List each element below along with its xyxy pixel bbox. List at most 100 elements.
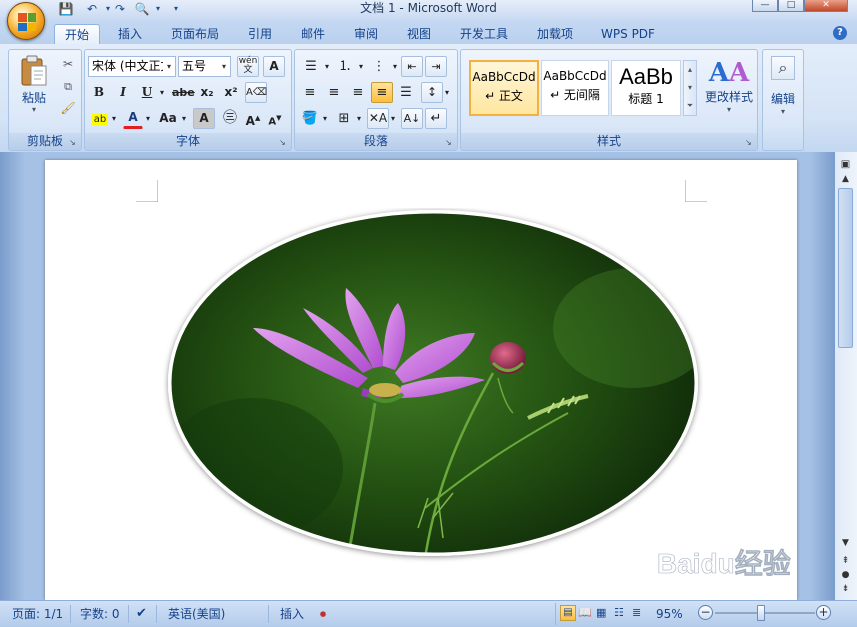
paste-button[interactable]: 粘贴 ▾ xyxy=(15,54,53,128)
decrease-indent-icon[interactable]: ⇤ xyxy=(401,56,423,77)
next-page-icon[interactable]: ⇟ xyxy=(838,582,853,596)
outline-view-icon[interactable]: ☷ xyxy=(614,605,624,621)
multilevel-dropdown-icon[interactable]: ▾ xyxy=(391,56,399,77)
cut-icon[interactable]: ✂ xyxy=(59,54,77,75)
proofing-icon[interactable]: ✔ xyxy=(136,606,147,622)
full-screen-reading-icon[interactable]: 📖 xyxy=(578,605,592,621)
styles-scroll-up-icon[interactable]: ▴ xyxy=(684,61,696,79)
font-name-dropdown-icon[interactable]: ▾ xyxy=(163,57,175,76)
align-right-icon[interactable]: ≡ xyxy=(347,82,369,103)
tab-references[interactable]: 引用 xyxy=(238,24,282,45)
shrink-font-button[interactable]: A▼ xyxy=(265,108,285,129)
zoom-slider-handle[interactable] xyxy=(757,605,765,621)
previous-page-icon[interactable]: ⇞ xyxy=(838,554,853,568)
chinese-layout-icon[interactable]: ✕A xyxy=(367,108,389,129)
scroll-thumb[interactable] xyxy=(838,188,853,348)
shading-dropdown-icon[interactable]: ▾ xyxy=(321,108,329,129)
tab-insert[interactable]: 插入 xyxy=(108,24,152,45)
help-icon[interactable]: ? xyxy=(833,26,847,40)
character-shading-icon[interactable]: A xyxy=(193,108,215,129)
zoom-out-icon[interactable]: − xyxy=(698,605,713,620)
align-left-icon[interactable]: ≡ xyxy=(299,82,321,103)
justify-icon[interactable]: ≡ xyxy=(371,82,393,103)
styles-launcher-icon[interactable]: ↘ xyxy=(745,138,754,147)
vertical-scrollbar[interactable]: ▣ ▲ ▼ ⇞ ● ⇟ xyxy=(835,152,857,600)
styles-scroll-down-icon[interactable]: ▾ xyxy=(684,79,696,97)
oval-flower-picture[interactable] xyxy=(163,208,703,578)
tab-page-layout[interactable]: 页面布局 xyxy=(160,24,230,45)
superscript-button[interactable]: x² xyxy=(221,82,241,103)
bullets-icon[interactable]: ☰ xyxy=(299,56,323,77)
change-case-button[interactable]: Aa xyxy=(157,108,179,129)
distributed-icon[interactable]: ☰ xyxy=(395,82,417,103)
insert-mode-indicator[interactable]: 插入 xyxy=(280,606,304,622)
tab-mailings[interactable]: 邮件 xyxy=(290,24,336,45)
macro-record-icon[interactable]: ⏺ xyxy=(320,606,326,622)
line-spacing-dropdown-icon[interactable]: ▾ xyxy=(443,82,451,103)
style-heading-1[interactable]: AaBb 标题 1 xyxy=(611,60,681,116)
multilevel-list-icon[interactable]: ⋮ xyxy=(367,56,391,77)
zoom-level[interactable]: 95% xyxy=(656,606,683,622)
font-name-combo[interactable]: 宋体 (中文正文 ▾ xyxy=(88,56,176,77)
format-painter-icon[interactable]: 🖌 xyxy=(59,98,77,119)
tab-review[interactable]: 审阅 xyxy=(343,24,389,45)
styles-more-icon[interactable]: ⏷ xyxy=(684,97,696,115)
change-styles-button[interactable]: AA 更改样式 ▾ xyxy=(701,58,757,128)
maximize-button[interactable]: □ xyxy=(778,0,804,12)
bullets-dropdown-icon[interactable]: ▾ xyxy=(323,56,331,77)
copy-icon[interactable]: ⧉ xyxy=(59,76,77,97)
bold-button[interactable]: B xyxy=(89,82,109,103)
tab-add-ins[interactable]: 加载项 xyxy=(528,24,582,45)
numbering-icon[interactable]: ⒈ xyxy=(333,56,357,77)
font-color-button[interactable]: A xyxy=(123,108,143,129)
clipboard-launcher-icon[interactable]: ↘ xyxy=(69,138,78,147)
highlight-dropdown-icon[interactable]: ▾ xyxy=(109,108,119,129)
tab-home[interactable]: 开始 xyxy=(54,24,100,45)
change-case-dropdown-icon[interactable]: ▾ xyxy=(179,108,189,129)
numbering-dropdown-icon[interactable]: ▾ xyxy=(357,56,365,77)
show-marks-icon[interactable]: ↵ xyxy=(425,108,447,129)
sort-icon[interactable]: A↓ xyxy=(401,108,423,129)
chinese-layout-dropdown-icon[interactable]: ▾ xyxy=(389,108,397,129)
align-center-icon[interactable]: ≡ xyxy=(323,82,345,103)
tab-developer[interactable]: 开发工具 xyxy=(452,24,516,45)
underline-dropdown-icon[interactable]: ▾ xyxy=(157,82,167,103)
character-border-icon[interactable]: A xyxy=(263,56,285,77)
style-no-spacing[interactable]: AaBbCcDd ↵ 无间隔 xyxy=(541,60,609,116)
italic-button[interactable]: I xyxy=(113,82,133,103)
scroll-up-icon[interactable]: ▲ xyxy=(838,172,853,186)
font-size-combo[interactable]: 五号 ▾ xyxy=(178,56,231,77)
close-button[interactable]: ✕ xyxy=(804,0,848,12)
scroll-down-icon[interactable]: ▼ xyxy=(838,536,853,550)
document-page[interactable] xyxy=(45,160,797,600)
strikethrough-button[interactable]: abe xyxy=(171,82,195,103)
underline-button[interactable]: U xyxy=(137,82,157,103)
tab-wps-pdf[interactable]: WPS PDF xyxy=(594,24,662,45)
font-size-dropdown-icon[interactable]: ▾ xyxy=(218,57,230,76)
borders-dropdown-icon[interactable]: ▾ xyxy=(355,108,363,129)
print-layout-icon[interactable]: ▤ xyxy=(560,605,576,621)
font-color-dropdown-icon[interactable]: ▾ xyxy=(143,108,153,129)
clear-formatting-icon[interactable]: A⌫ xyxy=(245,82,267,103)
grow-font-button[interactable]: A▲ xyxy=(243,108,263,129)
editing-button[interactable]: ⌕ 编辑 ▾ xyxy=(765,56,801,132)
increase-indent-icon[interactable]: ⇥ xyxy=(425,56,447,77)
subscript-button[interactable]: x₂ xyxy=(197,82,217,103)
select-browse-object-icon[interactable]: ● xyxy=(838,568,853,582)
line-spacing-icon[interactable]: ↕ xyxy=(421,82,443,103)
page-count[interactable]: 页面: 1/1 xyxy=(12,606,63,622)
draft-view-icon[interactable]: ≣ xyxy=(632,605,641,621)
language-indicator[interactable]: 英语(美国) xyxy=(168,606,225,622)
text-highlight-button[interactable]: ab xyxy=(89,108,111,129)
enclose-characters-icon[interactable]: ㊂ xyxy=(219,108,241,129)
font-launcher-icon[interactable]: ↘ xyxy=(279,138,288,147)
zoom-in-icon[interactable]: + xyxy=(816,605,831,620)
tab-view[interactable]: 视图 xyxy=(396,24,442,45)
minimize-button[interactable]: — xyxy=(752,0,778,12)
word-count[interactable]: 字数: 0 xyxy=(80,606,120,622)
phonetic-guide-icon[interactable]: wén 文 xyxy=(237,56,259,77)
zoom-slider-track[interactable] xyxy=(715,612,815,614)
web-layout-icon[interactable]: ▦ xyxy=(596,605,606,621)
paragraph-launcher-icon[interactable]: ↘ xyxy=(445,138,454,147)
style-normal[interactable]: AaBbCcDd ↵ 正文 xyxy=(469,60,539,116)
